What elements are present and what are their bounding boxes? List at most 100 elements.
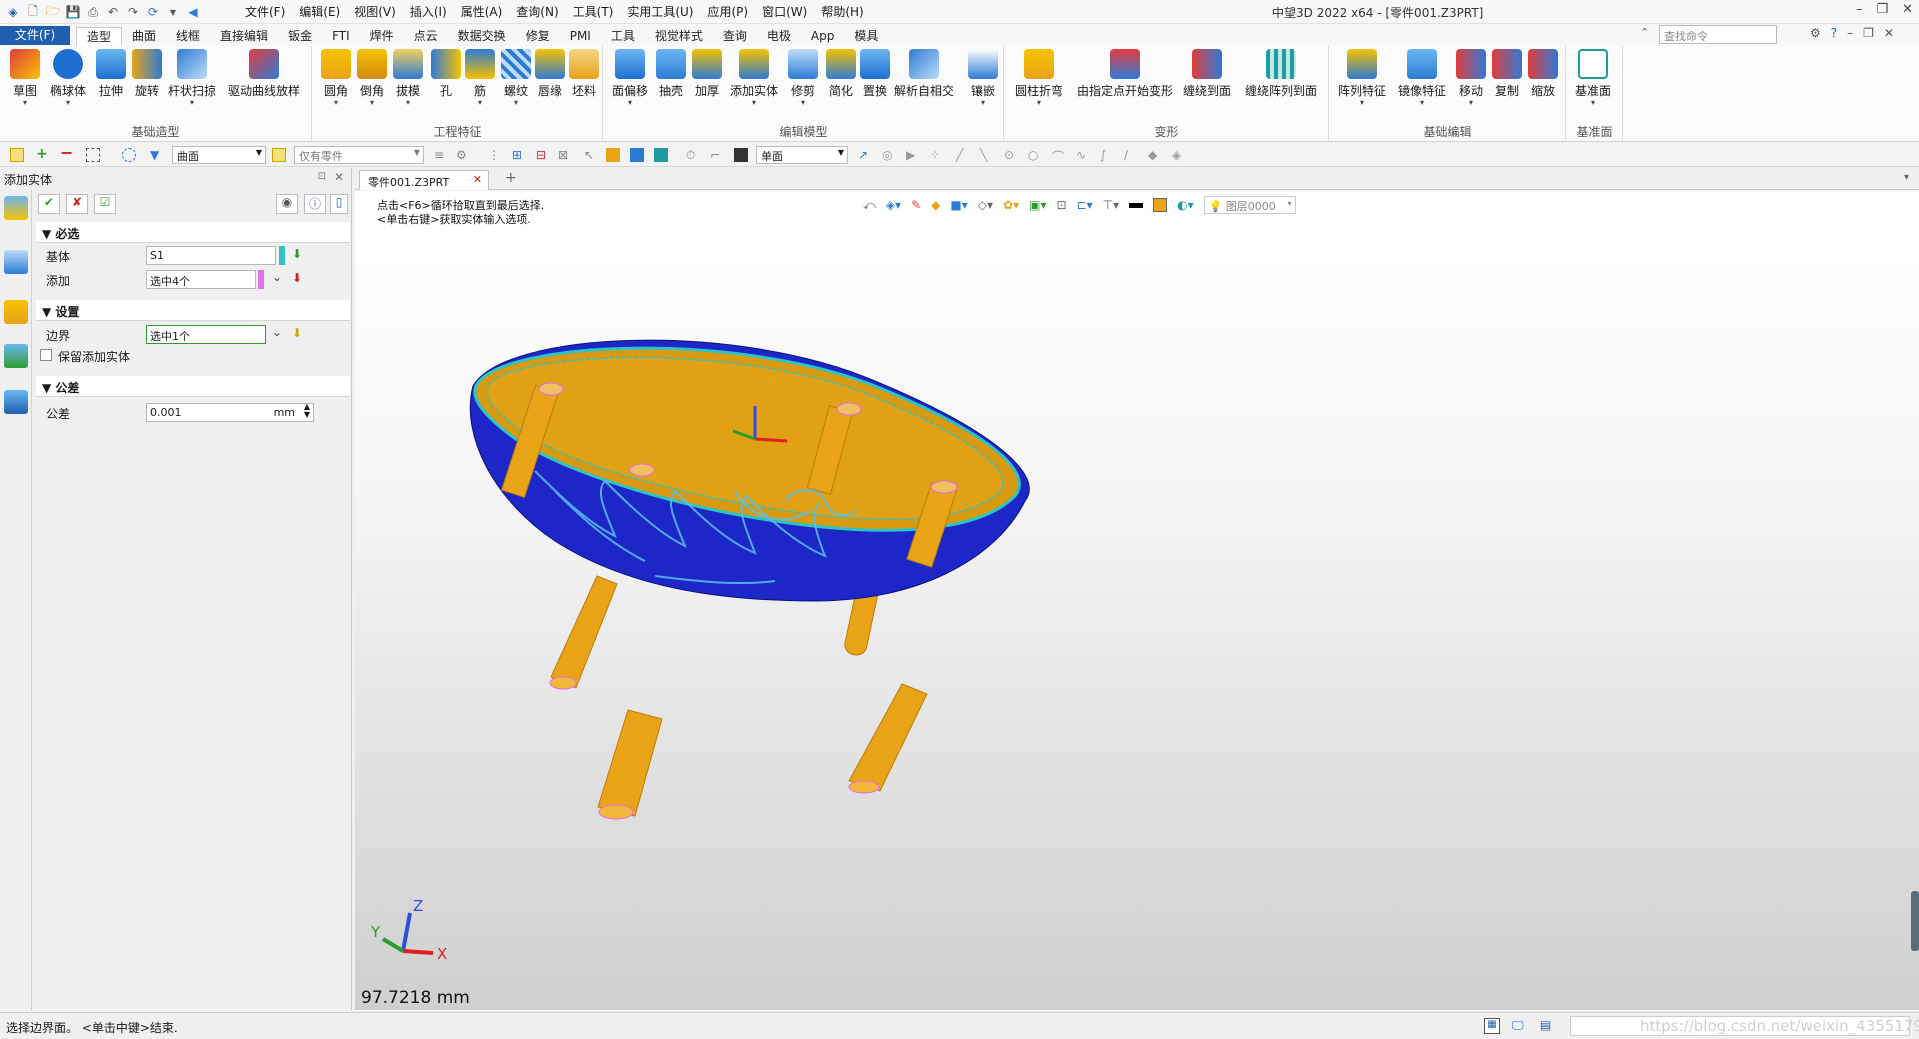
cancel-icon[interactable]: ✘ xyxy=(66,194,88,214)
add-solid-button[interactable]: 添加实体 ▾ xyxy=(730,49,778,107)
assembly-tree-icon[interactable] xyxy=(4,250,28,274)
settings-icon[interactable]: ⚙ xyxy=(1810,26,1821,40)
status-window-icon[interactable]: ▤ xyxy=(1540,1018,1551,1032)
add-select-icon[interactable]: + xyxy=(36,147,50,162)
undo-icon[interactable]: ↶ xyxy=(104,3,122,21)
menu-utilities[interactable]: 实用工具(U) xyxy=(620,4,700,20)
pick-filter-icon[interactable]: ≡ xyxy=(434,148,448,162)
doc-help-icon[interactable]: ▯ xyxy=(330,194,348,214)
status-grid-icon[interactable]: ▦ xyxy=(1484,1018,1500,1034)
trim-button[interactable]: 修剪 ▾ xyxy=(788,49,818,107)
pick-add-icon[interactable]: ⬇ xyxy=(292,271,302,285)
wrap-to-face-button[interactable]: 缠绕到面 xyxy=(1183,49,1231,99)
minimize-doc-icon[interactable]: – xyxy=(1847,26,1853,40)
extrude-button[interactable]: 拉伸 xyxy=(96,49,126,99)
info-icon[interactable]: ⓘ xyxy=(304,194,326,214)
user-icon[interactable] xyxy=(4,390,28,414)
base-input[interactable]: S1 xyxy=(146,246,276,265)
open-folder-icon[interactable]: 🗁 xyxy=(44,3,62,21)
shape-icon[interactable]: ◈ xyxy=(1172,148,1186,162)
tab-mold[interactable]: 模具 xyxy=(844,27,888,46)
keep-checkbox[interactable] xyxy=(40,349,52,361)
sweep-button[interactable]: 杆状扫掠 ▾ xyxy=(168,49,216,107)
arrow-left-icon[interactable]: ◀ xyxy=(184,3,202,21)
color-icon[interactable] xyxy=(606,148,620,162)
tab-app[interactable]: App xyxy=(801,27,844,46)
refresh-icon[interactable]: ⟳ xyxy=(144,3,162,21)
panel-close-icon[interactable]: ✕ xyxy=(334,170,344,184)
menu-insert[interactable]: 插入(I) xyxy=(403,4,454,20)
stock-button[interactable]: 坯料 xyxy=(569,49,599,99)
snap-icon[interactable]: ⊞ xyxy=(512,148,526,162)
tab-tools[interactable]: 工具 xyxy=(601,27,645,46)
scale-button[interactable]: 缩放 xyxy=(1528,49,1558,99)
point-deform-button[interactable]: 由指定点开始变形 xyxy=(1077,49,1173,99)
part-library-icon[interactable] xyxy=(4,300,28,324)
tab-query[interactable]: 查询 xyxy=(713,27,757,46)
add-input[interactable]: 选中4个 xyxy=(146,270,256,289)
cylinder-bend-button[interactable]: 圆柱折弯 ▾ xyxy=(1015,49,1063,107)
spline-icon[interactable]: ∫ xyxy=(1100,148,1114,162)
circle-target-icon[interactable]: ⊙ xyxy=(1004,148,1018,162)
cursor-select-icon[interactable]: ↗ xyxy=(858,148,872,162)
menu-file[interactable]: 文件(F) xyxy=(238,4,292,20)
menu-edit[interactable]: 编辑(E) xyxy=(292,4,347,20)
menu-tools[interactable]: 工具(T) xyxy=(566,4,621,20)
document-tab[interactable]: 零件001.Z3PRT ✕ xyxy=(359,170,489,190)
revolve-button[interactable]: 旋转 xyxy=(132,49,162,99)
scope-icon[interactable] xyxy=(272,148,286,162)
lip-button[interactable]: 唇缘 xyxy=(535,49,565,99)
tab-repair[interactable]: 修复 xyxy=(516,27,560,46)
menu-window[interactable]: 窗口(W) xyxy=(755,4,814,20)
menu-query[interactable]: 查询(N) xyxy=(509,4,565,20)
close-doc-icon[interactable]: ✕ xyxy=(1884,26,1894,40)
resolve-self-intersect-button[interactable]: 解析自相交 xyxy=(894,49,954,99)
thread-button[interactable]: 螺纹 ▾ xyxy=(501,49,531,107)
tab-pmi[interactable]: PMI xyxy=(560,27,601,46)
apply-icon[interactable]: ☑ xyxy=(94,194,116,214)
slash-icon[interactable]: / xyxy=(1124,148,1138,162)
tab-wireframe[interactable]: 线框 xyxy=(166,27,210,46)
expand-add-icon[interactable]: ⌄ xyxy=(272,270,282,284)
line2-icon[interactable]: ╲ xyxy=(980,148,994,162)
boundary-input[interactable]: 选中1个 xyxy=(146,325,266,344)
emboss-button[interactable]: 镶嵌 ▾ xyxy=(968,49,998,107)
face-mode-select[interactable]: 单面 ▼ xyxy=(756,146,848,164)
curve-select-icon[interactable]: ◎ xyxy=(882,148,896,162)
help-icon[interactable]: ? xyxy=(1831,26,1837,40)
tab-close-icon[interactable]: ✕ xyxy=(473,173,482,186)
pick-options-icon[interactable]: ⚙ xyxy=(456,148,470,162)
rib-button[interactable]: 筋 ▾ xyxy=(465,49,495,107)
spinner-icon[interactable]: ▲ ▼ xyxy=(304,403,310,419)
new-file-icon[interactable]: 🗋 xyxy=(24,3,42,21)
arc-icon[interactable]: ⌒ xyxy=(1052,148,1066,164)
tab-menu-icon[interactable]: ▾ xyxy=(1904,172,1909,183)
tab-weldment[interactable]: 焊件 xyxy=(360,27,404,46)
thicken-button[interactable]: 加厚 xyxy=(692,49,722,99)
wrap-pattern-button[interactable]: 缠绕阵列到面 xyxy=(1245,49,1317,99)
command-search-input[interactable]: 查找命令 xyxy=(1659,25,1777,44)
draft-button[interactable]: 拔模 ▾ xyxy=(393,49,423,107)
fillet-button[interactable]: 圆角 ▾ xyxy=(321,49,351,107)
chamfer-button[interactable]: 倒角 ▾ xyxy=(357,49,387,107)
circle-icon[interactable]: ○ xyxy=(1028,148,1042,162)
status-display-icon[interactable]: 🖵 xyxy=(1512,1018,1524,1033)
select-arrow-icon[interactable] xyxy=(10,148,24,162)
redo-icon[interactable]: ↷ xyxy=(124,3,142,21)
tab-surface[interactable]: 曲面 xyxy=(122,27,166,46)
expand-boundary-icon[interactable]: ⌄ xyxy=(272,325,282,339)
tab-visual-style[interactable]: 视觉样式 xyxy=(645,27,713,46)
menu-apps[interactable]: 应用(P) xyxy=(701,4,756,20)
save-icon[interactable]: 💾 xyxy=(64,3,82,21)
play-icon[interactable]: ▶ xyxy=(906,148,920,162)
pointer-icon[interactable]: ↖ xyxy=(584,148,598,162)
tab-direct-edit[interactable]: 直接编辑 xyxy=(210,27,278,46)
menu-view[interactable]: 视图(V) xyxy=(347,4,403,20)
3d-viewport[interactable]: 点击<F6>循环拾取直到最后选择. <单击右键>获取实体输入选项. ⤺ ◈▾ ✎… xyxy=(355,191,1919,1010)
new-tab-icon[interactable]: + xyxy=(505,170,517,186)
palette-icon[interactable] xyxy=(654,148,668,162)
preview-icon[interactable]: ◉ xyxy=(276,194,298,214)
section-required[interactable]: ▼ 必选 xyxy=(36,222,350,243)
copy-button[interactable]: 复制 xyxy=(1492,49,1522,99)
layer-icon[interactable] xyxy=(630,148,644,162)
